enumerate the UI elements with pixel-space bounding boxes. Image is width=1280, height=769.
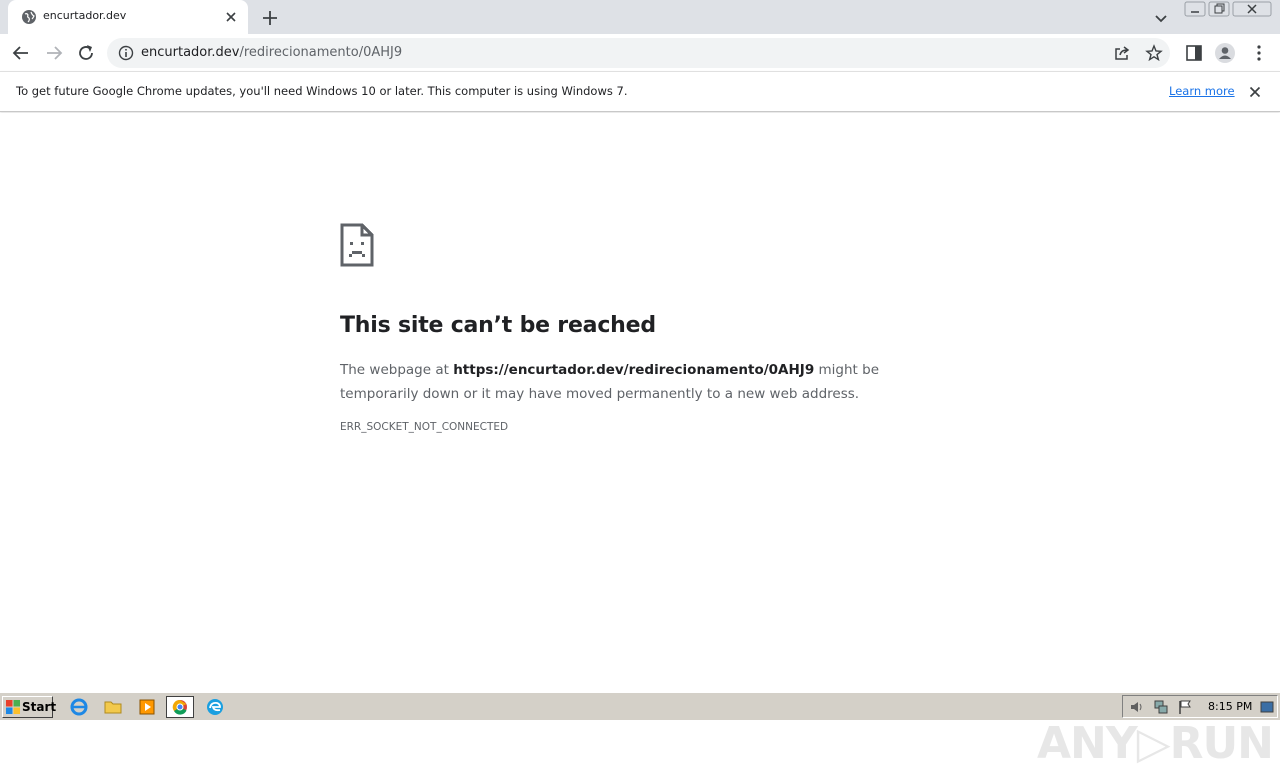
infobar-message: To get future Google Chrome updates, you…: [16, 84, 628, 98]
kebab-menu-icon[interactable]: [1248, 42, 1270, 64]
show-desktop-icon[interactable]: [1260, 699, 1274, 715]
clock: 8:15 PM: [1208, 700, 1253, 713]
internet-explorer-icon[interactable]: [69, 697, 89, 717]
reload-icon[interactable]: [75, 42, 97, 64]
chrome-taskbar-icon[interactable]: [166, 696, 194, 718]
error-description: The webpage at https://encurtador.dev/re…: [340, 358, 960, 406]
profile-icon[interactable]: [1214, 42, 1236, 64]
error-url: https://encurtador.dev/redirecionamento/…: [453, 362, 815, 378]
network-icon[interactable]: [1153, 699, 1169, 715]
plus-icon[interactable]: [260, 8, 280, 28]
sad-page-icon: [340, 223, 374, 267]
edge-icon[interactable]: [205, 697, 225, 717]
url-text[interactable]: encurtador.dev/redirecionamento/0AHJ9: [141, 45, 402, 60]
error-heading: This site can’t be reached: [340, 313, 656, 338]
share-icon[interactable]: [1113, 44, 1131, 62]
start-label: Start: [22, 700, 57, 714]
tab-strip: encurtador.dev: [0, 0, 1280, 34]
watermark-logo: ANY▷RUN: [1037, 718, 1274, 769]
tab-title: encurtador.dev: [43, 9, 127, 22]
browser-tab[interactable]: encurtador.dev: [8, 0, 248, 34]
back-arrow-icon[interactable]: [10, 42, 32, 64]
learn-more-link[interactable]: Learn more: [1169, 84, 1235, 98]
windows-logo-icon: [6, 700, 20, 714]
media-player-icon[interactable]: [137, 697, 157, 717]
system-tray: 8:15 PM: [1122, 695, 1278, 718]
action-center-flag-icon[interactable]: [1177, 699, 1193, 715]
star-icon[interactable]: [1145, 44, 1163, 62]
url-host: encurtador.dev: [141, 45, 240, 60]
start-button[interactable]: Start: [2, 696, 57, 718]
volume-icon[interactable]: [1129, 699, 1145, 715]
error-code: ERR_SOCKET_NOT_CONNECTED: [340, 421, 509, 433]
close-icon[interactable]: [1247, 84, 1263, 100]
browser-toolbar: encurtador.dev/redirecionamento/0AHJ9: [0, 34, 1280, 71]
minimize-icon[interactable]: [1184, 1, 1206, 17]
forward-arrow-icon[interactable]: [43, 42, 65, 64]
taskbar: Start 8:15 PM: [0, 692, 1280, 720]
info-icon[interactable]: [118, 45, 134, 61]
error-text-prefix: The webpage at: [340, 362, 454, 378]
window-close-icon[interactable]: [1232, 1, 1272, 17]
update-infobar: To get future Google Chrome updates, you…: [0, 71, 1280, 112]
close-icon[interactable]: [223, 9, 239, 25]
folder-icon[interactable]: [103, 697, 123, 717]
address-bar[interactable]: encurtador.dev/redirecionamento/0AHJ9: [107, 38, 1170, 68]
side-panel-icon[interactable]: [1183, 42, 1205, 64]
error-page: This site can’t be reached The webpage a…: [0, 113, 1280, 769]
globe-icon: [22, 10, 36, 24]
url-path: /redirecionamento/0AHJ9: [239, 45, 403, 60]
chevron-down-icon[interactable]: [1151, 8, 1171, 28]
restore-icon[interactable]: [1208, 1, 1230, 17]
